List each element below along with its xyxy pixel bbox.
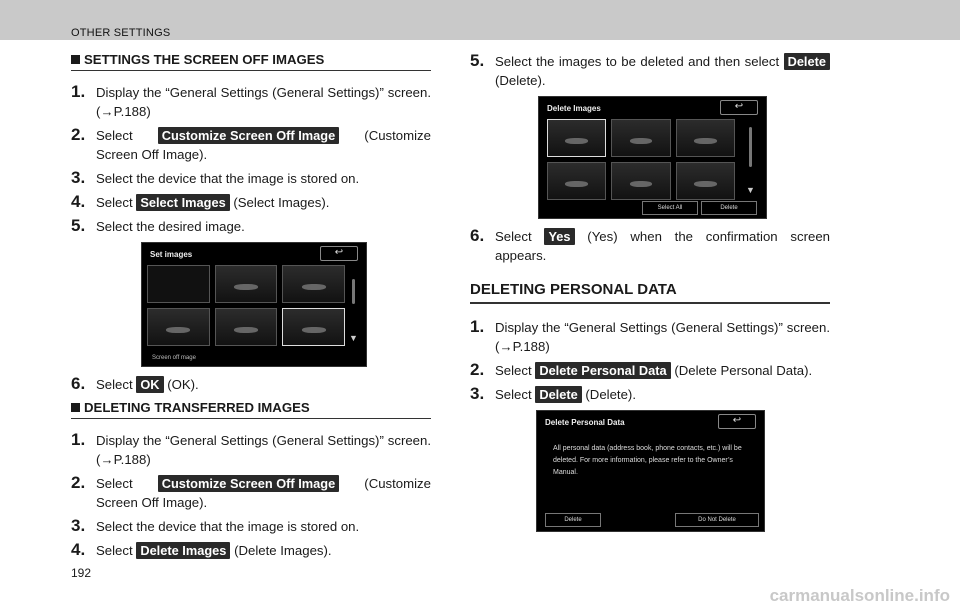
section-heading: SETTINGS THE SCREEN OFF IMAGES (71, 52, 431, 71)
step: 2. Select Delete Personal Data (Delete Pe… (470, 360, 813, 379)
step: 1. Display the “General Settings (General… (470, 317, 830, 355)
watermark: carmanualsonline.info (769, 586, 950, 605)
delete-button: Delete (701, 201, 757, 215)
square-bullet-icon (71, 403, 80, 412)
section-heading: DELETING TRANSFERRED IMAGES (71, 400, 431, 419)
step: 2. Select Customize Screen Off Image (Cus… (71, 473, 431, 511)
down-arrow-icon: ▼ (746, 185, 755, 195)
section-heading: DELETING PERSONAL DATA (470, 281, 830, 304)
delete-button: Delete (783, 53, 830, 70)
step: 3. Select Delete (Delete). (470, 384, 636, 403)
image-tile (147, 265, 210, 303)
image-tile (547, 162, 607, 200)
delete-button: Delete (535, 386, 582, 403)
step: 3. Select the device that the image is st… (71, 168, 360, 187)
step: 4. Select Select Images (Select Images). (71, 192, 330, 211)
yes-button: Yes (544, 228, 575, 245)
back-icon: ↩ (718, 414, 756, 429)
image-tile (147, 308, 210, 346)
select-all-button: Select All (642, 201, 698, 215)
step: 6. Select Yes (Yes) when the confirmation… (470, 226, 830, 264)
page-number: 192 (71, 566, 92, 580)
square-bullet-icon (71, 55, 80, 64)
image-tile (675, 162, 735, 200)
step: 5. Select the desired image. (71, 216, 245, 235)
step: 6. Select OK (OK). (71, 374, 199, 393)
customize-screen-off-image-button: Customize Screen Off Image (157, 475, 340, 492)
select-images-button: Select Images (136, 194, 230, 211)
delete-personal-data-screenshot: Delete Personal Data ↩ All personal data… (536, 410, 765, 532)
step: 4. Select Delete Images (Delete Images). (71, 540, 332, 559)
step: 1. Display the “General Settings (General… (71, 430, 431, 468)
left-column: SETTINGS THE SCREEN OFF IMAGES 1. Display… (71, 52, 431, 565)
image-tile (675, 119, 735, 157)
header-title: OTHER SETTINGS (71, 27, 171, 39)
image-tile (214, 308, 278, 346)
delete-button: Delete (545, 513, 601, 527)
ok-button: OK (136, 376, 164, 393)
image-tile (611, 119, 671, 157)
delete-images-screenshot: Delete Images ↩ ▼ Select All Delete (538, 96, 767, 219)
image-grid (147, 265, 345, 346)
image-tile (611, 162, 671, 200)
back-icon: ↩ (320, 246, 358, 261)
image-tile (282, 265, 345, 303)
step: 1. Display the “General Settings (General… (71, 82, 431, 120)
customize-screen-off-image-button: Customize Screen Off Image (157, 127, 340, 144)
step: 3. Select the device that the image is st… (71, 516, 360, 535)
scrollbar (749, 127, 752, 167)
image-tile (547, 119, 607, 157)
confirmation-message: All personal data (address book, phone c… (553, 445, 742, 476)
delete-personal-data-button: Delete Personal Data (535, 362, 671, 379)
image-tile (282, 308, 345, 346)
set-images-screenshot: Set images ↩ ▼ Screen off mage (141, 242, 367, 367)
back-icon: ↩ (720, 100, 758, 115)
header-bar: OTHER SETTINGS (0, 0, 960, 40)
step: 5. Select the images to be deleted and th… (470, 52, 830, 90)
right-column: 5. Select the images to be deleted and th… (470, 52, 830, 540)
image-tile (214, 265, 278, 303)
image-grid (547, 119, 735, 200)
scrollbar (352, 279, 355, 304)
do-not-delete-button: Do Not Delete (675, 513, 759, 527)
down-arrow-icon: ▼ (349, 333, 358, 343)
delete-images-button: Delete Images (136, 542, 231, 559)
step: 2. Select Customize Screen Off Image (Cus… (71, 125, 431, 163)
